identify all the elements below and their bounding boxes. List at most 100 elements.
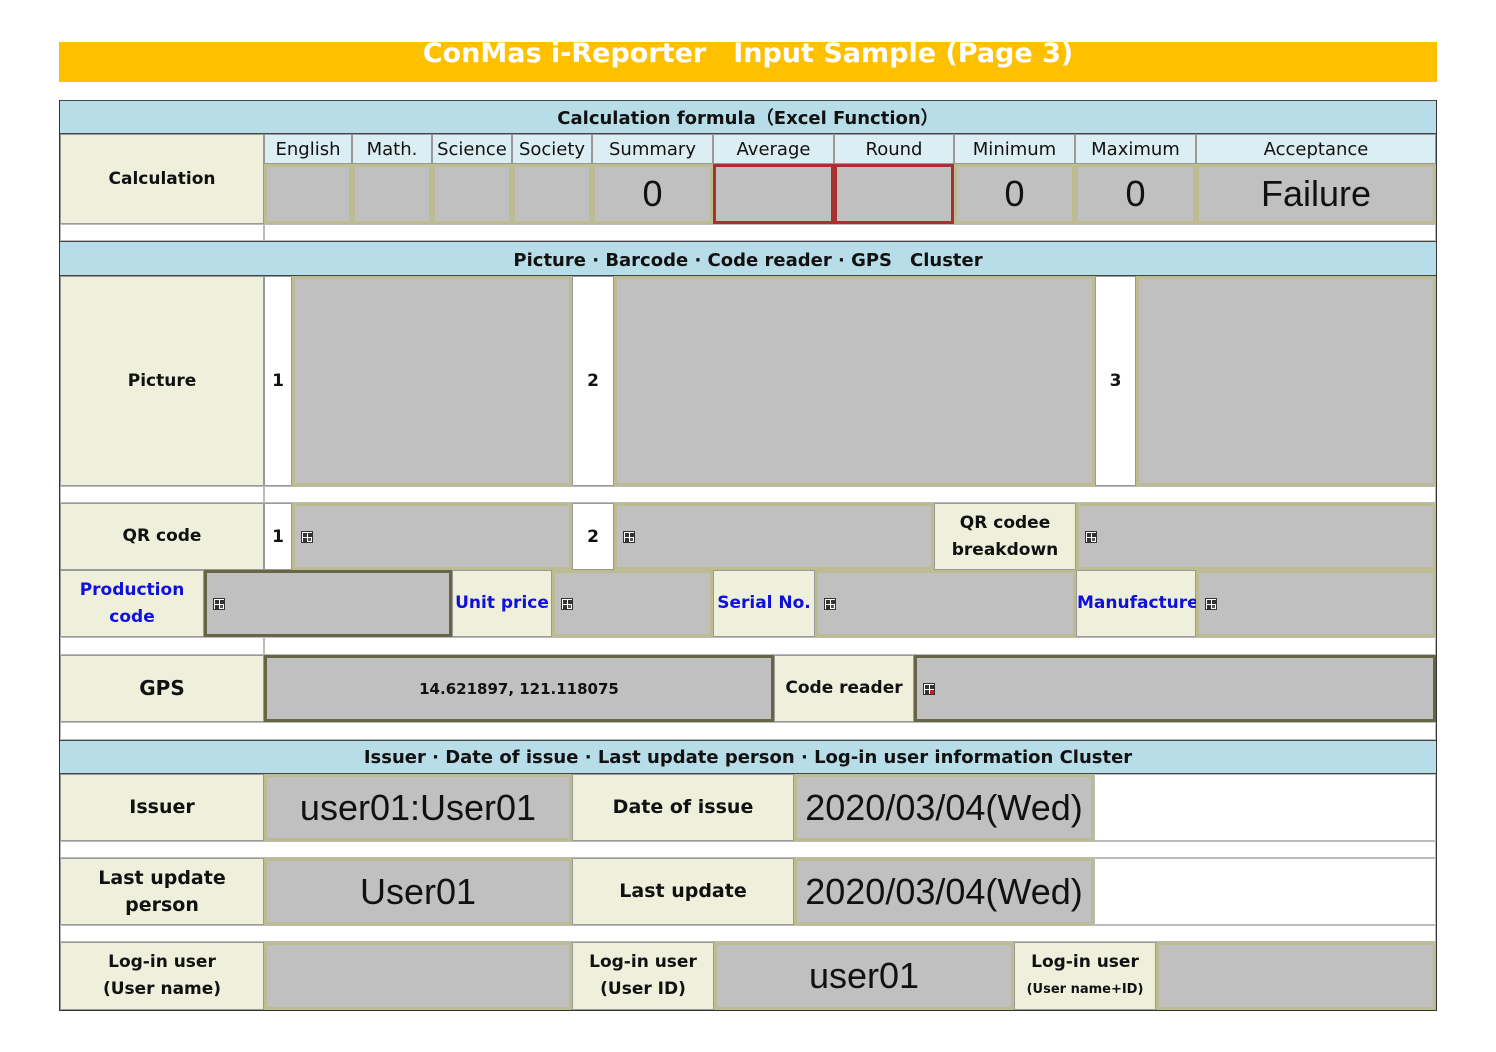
qr-breakdown-label-text: QR codee breakdown bbox=[951, 512, 1059, 560]
issuer-field[interactable]: user01:User01 bbox=[264, 774, 572, 841]
acceptance-value: Failure bbox=[1260, 173, 1372, 214]
qr-code-icon[interactable] bbox=[1205, 597, 1217, 610]
qr-code-icon[interactable] bbox=[824, 597, 836, 610]
average-field[interactable] bbox=[713, 164, 834, 224]
picture-number-2-text: 2 bbox=[587, 371, 599, 391]
spacer-row bbox=[60, 637, 264, 655]
last-update-person-label: Last update person bbox=[60, 858, 264, 925]
picture-number-1: 1 bbox=[264, 276, 292, 486]
header-english: English bbox=[264, 134, 352, 164]
login-user-name-label-line1: Log-in user bbox=[108, 952, 216, 972]
qr-breakdown-field[interactable] bbox=[1076, 503, 1436, 570]
unit-price-field[interactable] bbox=[552, 570, 713, 637]
login-user-id-field[interactable]: user01 bbox=[714, 942, 1014, 1010]
header-society-text: Society bbox=[518, 138, 586, 160]
last-update-label: Last update bbox=[572, 858, 794, 925]
maximum-value: 0 bbox=[1125, 173, 1146, 214]
qr-code-icon[interactable] bbox=[561, 597, 573, 610]
header-society: Society bbox=[512, 134, 592, 164]
qr-code-field-1[interactable] bbox=[292, 503, 572, 570]
login-user-id-label-line2: (User ID) bbox=[600, 979, 686, 999]
unit-price-label-text: Unit price bbox=[455, 593, 549, 613]
manufacturer-label: Manufacturer bbox=[1076, 570, 1207, 637]
production-code-label: Production code bbox=[60, 570, 204, 637]
last-update-person-label-text: Last update person bbox=[98, 866, 226, 916]
issuer-label-text: Issuer bbox=[129, 796, 195, 818]
login-user-id-value: user01 bbox=[808, 955, 920, 996]
header-summary-text: Summary bbox=[609, 138, 696, 160]
serial-no-field[interactable] bbox=[815, 570, 1076, 637]
picture-label: Picture bbox=[60, 276, 264, 486]
last-update-person-field[interactable]: User01 bbox=[264, 858, 572, 925]
issuer-value: user01:User01 bbox=[299, 786, 537, 828]
issuer-label: Issuer bbox=[60, 774, 264, 841]
qr-number-1-text: 1 bbox=[272, 526, 284, 547]
header-maximum: Maximum bbox=[1075, 134, 1196, 164]
production-code-field[interactable] bbox=[204, 570, 452, 637]
qr-number-1: 1 bbox=[264, 503, 292, 570]
qr-code-icon[interactable] bbox=[213, 597, 225, 610]
round-field[interactable] bbox=[834, 164, 954, 224]
barcode-reader-icon[interactable] bbox=[923, 682, 935, 695]
last-update-field[interactable]: 2020/03/04(Wed) bbox=[794, 858, 1094, 925]
maximum-field[interactable]: 0 bbox=[1075, 164, 1196, 224]
qr-code-icon[interactable] bbox=[301, 530, 313, 543]
society-score-field[interactable] bbox=[512, 164, 592, 224]
login-user-id-label-line1: Log-in user bbox=[589, 952, 697, 972]
manufacturer-label-text: Manufacturer bbox=[1077, 593, 1208, 613]
header-acceptance-text: Acceptance bbox=[1263, 138, 1369, 160]
qr-code-icon[interactable] bbox=[623, 530, 635, 543]
picture-field-2[interactable] bbox=[614, 276, 1095, 486]
picture-number-3: 3 bbox=[1095, 276, 1136, 486]
minimum-field[interactable]: 0 bbox=[954, 164, 1075, 224]
header-math: Math. bbox=[352, 134, 432, 164]
form-title-banner: ConMas i-Reporter Input Sample (Page 3) bbox=[59, 40, 1437, 82]
spacer-row bbox=[60, 486, 264, 503]
qr-code-icon[interactable] bbox=[1085, 530, 1097, 543]
header-summary: Summary bbox=[592, 134, 713, 164]
header-round: Round bbox=[834, 134, 954, 164]
picture-field-3[interactable] bbox=[1136, 276, 1436, 486]
manufacturer-field[interactable] bbox=[1196, 570, 1436, 637]
spacer-row bbox=[60, 722, 1436, 740]
header-math-text: Math. bbox=[366, 138, 418, 160]
header-maximum-text: Maximum bbox=[1091, 138, 1180, 160]
section-calculation-title: Calculation formula（Excel Function） bbox=[557, 108, 939, 129]
section-calculation-header: Calculation formula（Excel Function） bbox=[60, 100, 1436, 134]
header-round-text: Round bbox=[865, 138, 923, 160]
date-of-issue-label: Date of issue bbox=[572, 774, 794, 841]
login-user-name-id-field[interactable] bbox=[1156, 942, 1436, 1010]
date-of-issue-label-text: Date of issue bbox=[612, 796, 754, 818]
spacer-row bbox=[60, 841, 1436, 858]
login-user-name-field[interactable] bbox=[264, 942, 572, 1010]
science-score-field[interactable] bbox=[432, 164, 512, 224]
section-media-title: Picture · Barcode · Code reader · GPS Cl… bbox=[513, 249, 983, 271]
login-user-name-id-label-line1: Log-in user bbox=[1031, 952, 1139, 972]
unit-price-label: Unit price bbox=[452, 570, 552, 637]
acceptance-field[interactable]: Failure bbox=[1196, 164, 1436, 224]
math-score-field[interactable] bbox=[352, 164, 432, 224]
spacer-row bbox=[264, 486, 1436, 503]
last-update-person-value: User01 bbox=[359, 870, 477, 912]
login-user-id-label: Log-in user (User ID) bbox=[572, 942, 714, 1010]
spacer-row bbox=[264, 637, 1436, 655]
picture-number-3-text: 3 bbox=[1109, 371, 1122, 391]
code-reader-field[interactable] bbox=[914, 655, 1436, 722]
picture-field-1[interactable] bbox=[292, 276, 572, 486]
qr-breakdown-label: QR codee breakdown bbox=[934, 503, 1076, 570]
picture-number-2: 2 bbox=[572, 276, 614, 486]
header-minimum-text: Minimum bbox=[972, 138, 1057, 160]
header-science-text: Science bbox=[437, 138, 507, 160]
date-of-issue-field[interactable]: 2020/03/04(Wed) bbox=[794, 774, 1094, 841]
gps-field[interactable]: 14.621897, 121.118075 bbox=[264, 655, 774, 722]
summary-field[interactable]: 0 bbox=[592, 164, 713, 224]
english-score-field[interactable] bbox=[264, 164, 352, 224]
spacer-row bbox=[60, 925, 1436, 942]
calculation-label-text: Calculation bbox=[108, 168, 216, 189]
qr-number-2: 2 bbox=[572, 503, 614, 570]
login-user-name-id-label-line2: (User name+ID) bbox=[1026, 982, 1144, 997]
qr-code-field-2[interactable] bbox=[614, 503, 934, 570]
gps-value: 14.621897, 121.118075 bbox=[419, 679, 619, 698]
qr-number-2-text: 2 bbox=[587, 526, 599, 547]
gps-label-text: GPS bbox=[139, 676, 185, 700]
